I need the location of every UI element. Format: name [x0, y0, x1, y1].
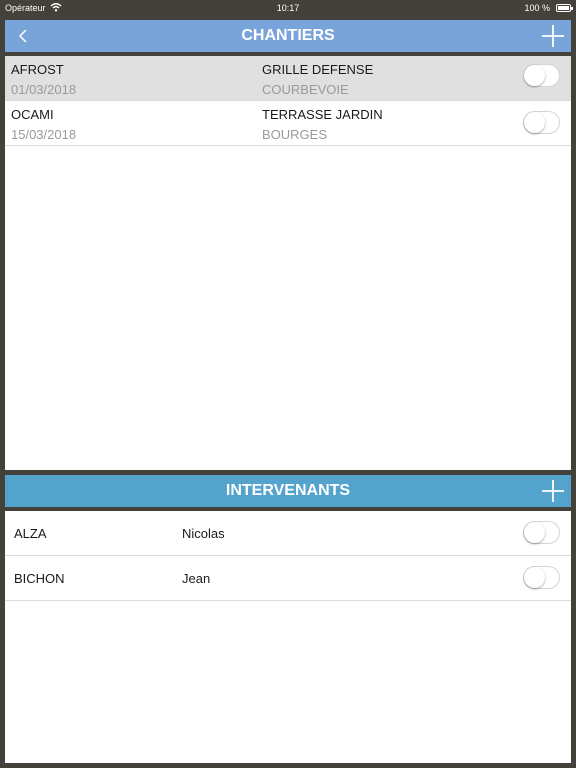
chantier-toggle[interactable]	[523, 64, 560, 87]
chantier-city: BOURGES	[262, 127, 328, 142]
battery-icon	[556, 4, 573, 12]
chantier-project-name: GRILLE DEFENSE	[262, 62, 374, 77]
intervenant-last-name: ALZA	[14, 526, 47, 541]
plus-icon[interactable]	[541, 24, 565, 48]
chevron-left-icon[interactable]	[15, 28, 31, 44]
intervenant-toggle[interactable]	[523, 521, 560, 544]
section-title: INTERVENANTS	[225, 482, 351, 499]
intervenant-row[interactable]: BICHON Jean	[5, 556, 571, 601]
battery-percent-label: 100 %	[524, 3, 550, 13]
chantier-client-name: AFROST	[11, 62, 64, 77]
intervenant-toggle[interactable]	[523, 566, 560, 589]
chantier-client-name: OCAMI	[11, 107, 54, 122]
plus-icon[interactable]	[541, 479, 565, 503]
intervenant-first-name: Nicolas	[182, 526, 225, 541]
chantier-date: 01/03/2018	[11, 82, 77, 97]
status-bar: Opérateur 10:17 100 %	[0, 0, 576, 17]
intervenant-last-name: BICHON	[14, 571, 65, 586]
chantier-row[interactable]: AFROST 01/03/2018 GRILLE DEFENSE COURBEV…	[5, 56, 571, 101]
intervenant-row[interactable]: ALZA Nicolas	[5, 511, 571, 556]
page-title: CHANTIERS	[241, 27, 335, 44]
chantiers-panel: CHANTIERS AFROST 01/03/2018 GRILLE DEFEN…	[5, 20, 571, 470]
chantiers-header: CHANTIERS	[5, 20, 571, 52]
chantier-row[interactable]: OCAMI 15/03/2018 TERRASSE JARDIN BOURGES	[5, 101, 571, 146]
clock-label: 10:17	[276, 3, 300, 13]
intervenants-header: INTERVENANTS	[5, 475, 571, 507]
intervenants-panel: INTERVENANTS ALZA Nicolas BICHON Jean	[5, 475, 571, 763]
intervenant-first-name: Jean	[182, 571, 211, 586]
chantier-date: 15/03/2018	[11, 127, 77, 142]
chantier-toggle[interactable]	[523, 111, 560, 134]
chantier-city: COURBEVOIE	[262, 82, 349, 97]
chantier-project-name: TERRASSE JARDIN	[262, 107, 383, 122]
